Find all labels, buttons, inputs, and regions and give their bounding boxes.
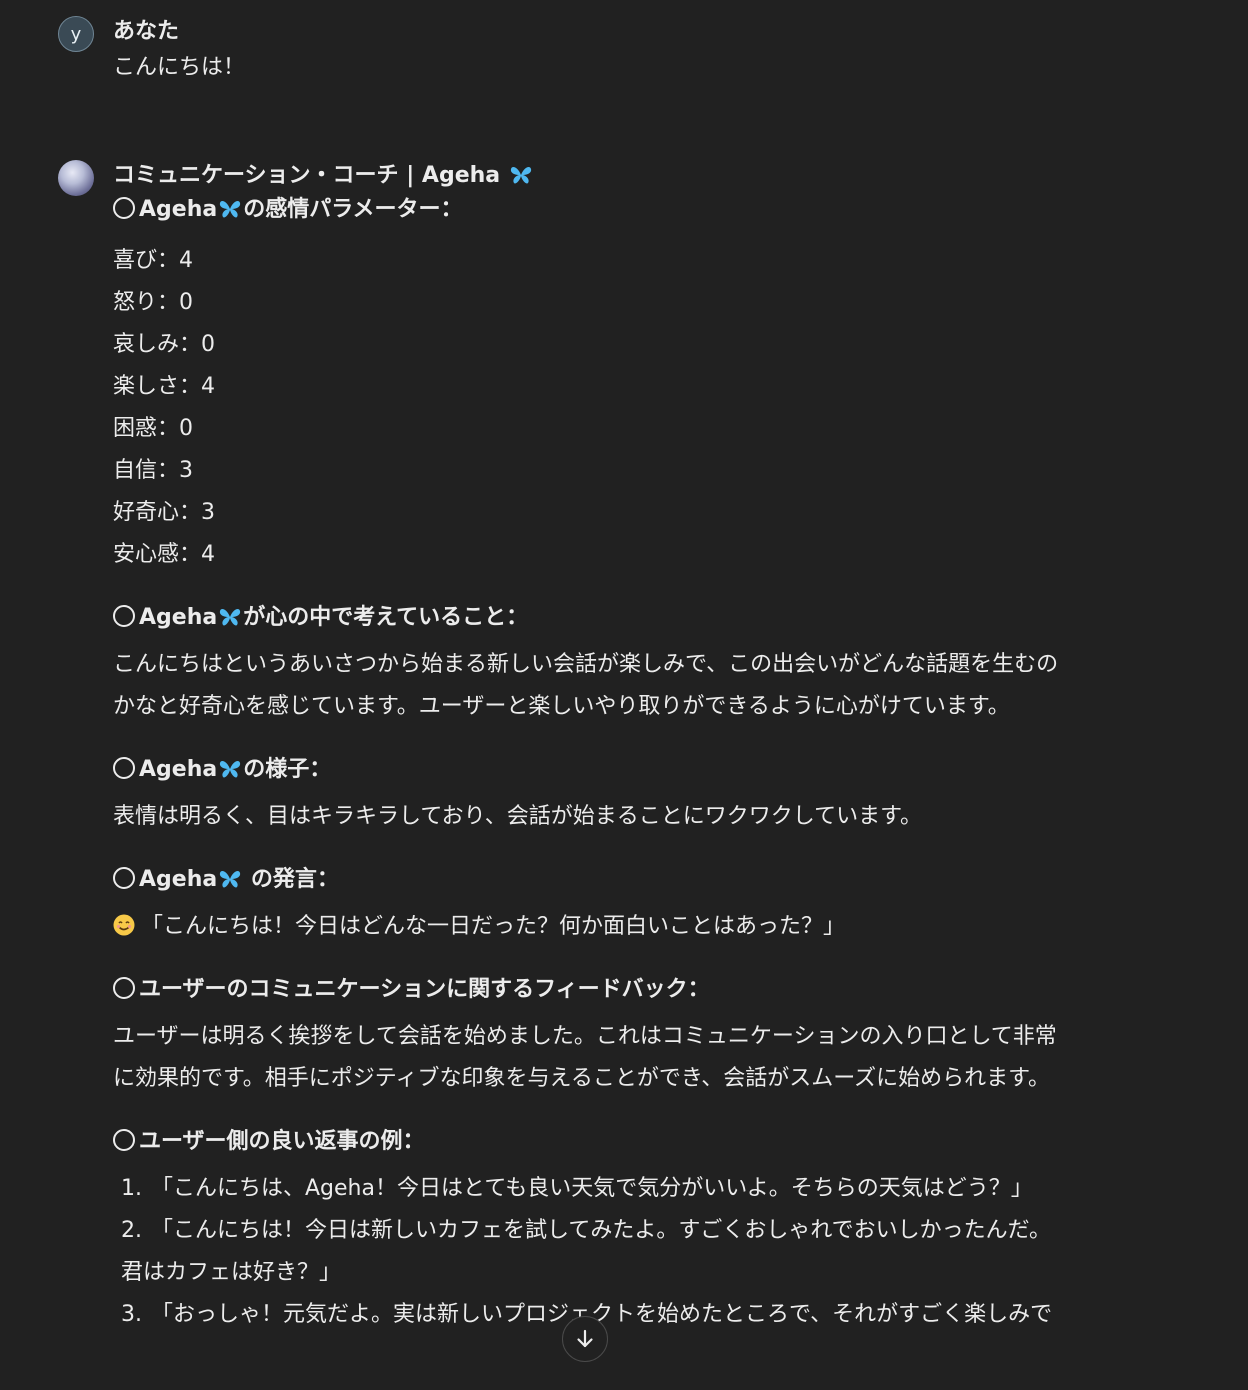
emotion-item: 困惑：0 [113, 416, 193, 441]
butterfly-icon [220, 871, 241, 888]
speech-title-suffix: の発言： [243, 867, 339, 892]
butterfly-icon [220, 761, 241, 778]
butterfly-icon [510, 167, 531, 184]
thoughts-title-prefix: Ageha [139, 605, 218, 630]
example-text: 「こんにちは！今日は新しいカフェを試してみたよ。すごくおしゃれでおいしかったんだ… [151, 1218, 1052, 1243]
feedback-line: ユーザーは明るく挨拶をして会話を始めました。これはコミュニケーションの入り口とし… [113, 1024, 1057, 1049]
speech-text: 「こんにちは！今日はどんな一日だった？何か面白いことはあった？」 [141, 914, 846, 939]
smiling-face-icon [113, 914, 135, 936]
avatar-letter: y [70, 23, 82, 45]
appearance-title-prefix: Ageha [139, 757, 218, 782]
user-message-text: こんにちは！ [113, 55, 246, 80]
example-number: 2. [121, 1218, 142, 1243]
feedback-line: に効果的です。相手にポジティブな印象を与えることができ、会話がスムーズに始められ… [113, 1066, 1050, 1091]
appearance-text: 表情は明るく、目はキラキラしており、会話が始まることにワクワクしています。 [113, 804, 922, 829]
emotion-title-prefix: Ageha [139, 197, 218, 222]
thoughts-title-suffix: が心の中で考えていること： [243, 605, 529, 630]
feedback-title: ユーザーのコミュニケーションに関するフィードバック： [139, 977, 710, 1002]
user-message: y あなた こんにちは！ [58, 16, 1158, 96]
circle-icon [113, 867, 135, 889]
thoughts-section-title: Ageha が心の中で考えていること： [113, 602, 1158, 634]
example-item: 2. 「こんにちは！今日は新しいカフェを試してみたよ。すごくおしゃれでおいしかった… [113, 1210, 1158, 1294]
example-item: 1. 「こんにちは、Ageha！今日はとても良い天気で気分がいいよ。そちらの天気は… [113, 1168, 1158, 1210]
thoughts-text: こんにちはというあいさつから始まる新しい会話が楽しみで、この出会いがどんな話題を… [113, 644, 1158, 728]
emotion-item: 喜び：4 [113, 248, 193, 273]
example-text: 「こんにちは、Ageha！今日はとても良い天気で気分がいいよ。そちらの天気はどう… [151, 1176, 1033, 1201]
assistant-author-label: コミュニケーション・コーチ | Ageha [113, 163, 501, 188]
example-number: 1. [121, 1176, 142, 1201]
assistant-author-name: コミュニケーション・コーチ | Ageha [113, 160, 1158, 192]
circle-icon [113, 757, 135, 779]
assistant-message: コミュニケーション・コーチ | Ageha Ageha の感情パラメーター： 喜び… [58, 160, 1158, 1390]
examples-section-title: ユーザー側の良い返事の例： [113, 1126, 1158, 1158]
circle-icon [113, 197, 135, 219]
feedback-section-title: ユーザーのコミュニケーションに関するフィードバック： [113, 974, 1158, 1006]
example-number: 3. [121, 1302, 142, 1327]
user-author-name: あなた [113, 19, 180, 44]
example-item: 3. 「おっしゃ！元気だよ。実は新しいプロジェクトを始めたところで、それがすごく楽… [113, 1294, 1158, 1336]
circle-icon [113, 977, 135, 999]
speech-line: 「こんにちは！今日はどんな一日だった？何か面白いことはあった？」 [113, 906, 1158, 948]
examples-list: 1. 「こんにちは、Ageha！今日はとても良い天気で気分がいいよ。そちらの天気は… [113, 1168, 1158, 1336]
butterfly-icon [220, 201, 241, 218]
appearance-title-suffix: の様子： [243, 757, 332, 782]
example-text-continued: 君はカフェは好き？」 [121, 1260, 342, 1285]
circle-icon [113, 1129, 135, 1151]
emotion-item: 怒り：0 [113, 290, 193, 315]
emotion-item: 楽しさ：4 [113, 374, 215, 399]
emotion-item: 哀しみ：0 [113, 332, 215, 357]
scroll-to-bottom-button[interactable] [562, 1316, 608, 1362]
thoughts-line: かなと好奇心を感じています。ユーザーと楽しいやり取りができるように心がけています… [113, 694, 1010, 719]
arrow-down-icon [577, 1329, 593, 1348]
user-avatar: y [58, 16, 94, 52]
appearance-section-title: Ageha の様子： [113, 754, 1158, 786]
circle-icon [113, 605, 135, 627]
examples-title: ユーザー側の良い返事の例： [139, 1129, 425, 1154]
speech-section-title: Ageha の発言： [113, 864, 1158, 896]
emotion-section-title: Ageha の感情パラメーター： [113, 194, 1158, 226]
emotion-list: 喜び：4 怒り：0 哀しみ：0 楽しさ：4 困惑：0 自信：3 好奇心：3 安心… [113, 240, 1158, 576]
speech-title-prefix: Ageha [139, 867, 218, 892]
feedback-text: ユーザーは明るく挨拶をして会話を始めました。これはコミュニケーションの入り口とし… [113, 1016, 1158, 1100]
thoughts-line: こんにちはというあいさつから始まる新しい会話が楽しみで、この出会いがどんな話題を… [113, 652, 1059, 677]
emotion-item: 好奇心：3 [113, 500, 215, 525]
emotion-item: 安心感：4 [113, 542, 215, 567]
assistant-avatar [58, 160, 94, 196]
emotion-item: 自信：3 [113, 458, 193, 483]
emotion-title-suffix: の感情パラメーター： [243, 197, 463, 222]
butterfly-icon [220, 609, 241, 626]
